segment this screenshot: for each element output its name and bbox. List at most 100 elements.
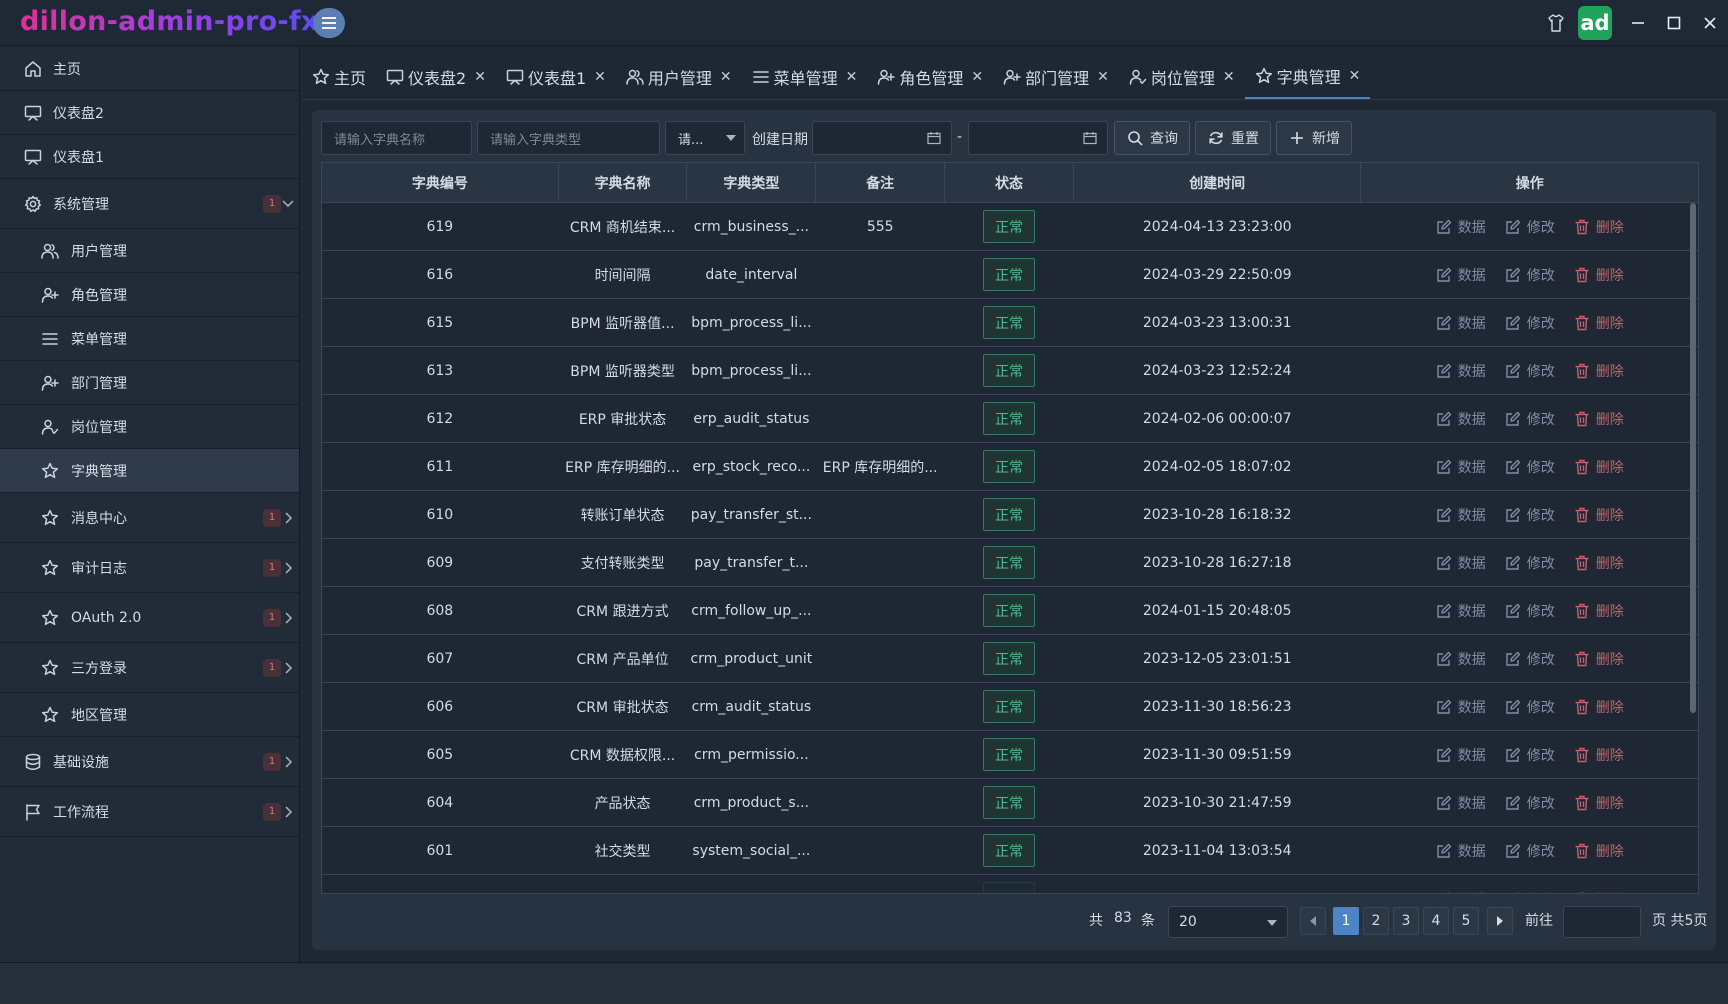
delete-button[interactable]: 删除 [1573,457,1624,477]
sidebar-item-16[interactable]: 基础设施 1 [0,737,299,787]
delete-button[interactable]: 删除 [1573,841,1624,861]
goto-page-input[interactable] [1563,906,1641,938]
chevron-right-icon[interactable] [281,805,295,819]
tab-4[interactable]: 用户管理 ✕ [616,55,742,99]
sidebar-item-8[interactable]: 部门管理 [0,361,299,405]
sidebar-item-9[interactable]: 岗位管理 [0,405,299,449]
close-tab-icon[interactable]: ✕ [1349,68,1361,84]
edit-button[interactable]: 修改 [1504,889,1555,893]
tab-9[interactable]: 字典管理 ✕ [1244,55,1371,99]
edit-button[interactable]: 修改 [1504,745,1555,765]
tab-8[interactable]: 岗位管理 ✕ [1119,55,1245,99]
chevron-right-icon[interactable] [281,561,295,575]
data-button[interactable]: 数据 [1435,697,1486,717]
dict-name-input[interactable]: 请输入字典名称 [321,121,472,155]
data-button[interactable]: 数据 [1435,793,1486,813]
table-scrollbar[interactable] [1690,203,1696,713]
delete-button[interactable]: 删除 [1573,409,1624,429]
edit-button[interactable]: 修改 [1504,457,1555,477]
delete-button[interactable]: 删除 [1573,601,1624,621]
edit-button[interactable]: 修改 [1504,697,1555,717]
chevron-right-icon[interactable] [281,755,295,769]
close-tab-icon[interactable]: ✕ [971,69,983,85]
page-button-5[interactable]: 5 [1453,907,1479,935]
close-window-button[interactable] [1692,0,1728,46]
delete-button[interactable]: 删除 [1573,265,1624,285]
sidebar-item-5[interactable]: 用户管理 [0,229,299,273]
page-button-3[interactable]: 3 [1393,907,1419,935]
data-button[interactable]: 数据 [1435,457,1486,477]
reset-button[interactable]: 重置 [1195,121,1271,155]
edit-button[interactable]: 修改 [1504,313,1555,333]
prev-page-button[interactable] [1300,907,1326,935]
edit-button[interactable]: 修改 [1504,217,1555,237]
sidebar-item-7[interactable]: 菜单管理 [0,317,299,361]
edit-button[interactable]: 修改 [1504,265,1555,285]
edit-button[interactable]: 修改 [1504,793,1555,813]
sidebar-item-6[interactable]: 角色管理 [0,273,299,317]
sidebar-item-2[interactable]: 仪表盘2 [0,91,299,135]
dict-type-input[interactable]: 请输入字典类型 [477,121,660,155]
edit-button[interactable]: 修改 [1504,649,1555,669]
close-tab-icon[interactable]: ✕ [846,69,858,85]
maximize-button[interactable] [1656,0,1692,46]
delete-button[interactable]: 删除 [1573,505,1624,525]
edit-button[interactable]: 修改 [1504,505,1555,525]
date-end-input[interactable] [968,121,1108,155]
sidebar-item-13[interactable]: OAuth 2.0 1 [0,593,299,643]
delete-button[interactable]: 删除 [1573,313,1624,333]
close-tab-icon[interactable]: ✕ [594,69,606,85]
sidebar-item-10[interactable]: 字典管理 [0,449,299,493]
tab-7[interactable]: 部门管理 ✕ [993,55,1119,99]
page-button-1[interactable]: 1 [1333,907,1359,935]
data-button[interactable]: 数据 [1435,505,1486,525]
data-button[interactable]: 数据 [1435,841,1486,861]
data-button[interactable]: 数据 [1435,265,1486,285]
data-button[interactable]: 数据 [1435,409,1486,429]
delete-button[interactable]: 删除 [1573,217,1624,237]
delete-button[interactable]: 删除 [1573,745,1624,765]
page-button-4[interactable]: 4 [1423,907,1449,935]
sidebar-item-4[interactable]: 系统管理 1 [0,179,299,229]
edit-button[interactable]: 修改 [1504,409,1555,429]
close-tab-icon[interactable]: ✕ [720,69,732,85]
avatar[interactable]: ad [1578,6,1612,40]
delete-button[interactable]: 删除 [1573,553,1624,573]
date-start-input[interactable] [812,121,952,155]
close-tab-icon[interactable]: ✕ [1223,69,1235,85]
data-button[interactable]: 数据 [1435,361,1486,381]
sidebar-item-14[interactable]: 三方登录 1 [0,643,299,693]
chevron-down-icon[interactable] [281,197,295,211]
data-button[interactable]: 数据 [1435,217,1486,237]
tab-1[interactable]: 主页 [302,55,376,99]
theme-shirt-icon[interactable] [1538,0,1574,46]
tab-2[interactable]: 仪表盘2 ✕ [376,55,496,99]
status-select[interactable]: 请... [665,121,745,155]
chevron-right-icon[interactable] [281,511,295,525]
sidebar-item-17[interactable]: 工作流程 1 [0,787,299,837]
menu-toggle-button[interactable] [313,8,345,38]
tab-6[interactable]: 角色管理 ✕ [867,55,993,99]
sidebar-item-15[interactable]: 地区管理 [0,693,299,737]
delete-button[interactable]: 删除 [1573,649,1624,669]
edit-button[interactable]: 修改 [1504,361,1555,381]
sidebar-item-3[interactable]: 仪表盘1 [0,135,299,179]
delete-button[interactable]: 删除 [1573,793,1624,813]
page-size-select[interactable]: 20 [1168,906,1288,938]
data-button[interactable]: 数据 [1435,313,1486,333]
page-button-2[interactable]: 2 [1363,907,1389,935]
minimize-button[interactable] [1620,0,1656,46]
sidebar-item-1[interactable]: 主页 [0,47,299,91]
data-button[interactable]: 数据 [1435,649,1486,669]
delete-button[interactable]: 删除 [1573,889,1624,893]
edit-button[interactable]: 修改 [1504,553,1555,573]
delete-button[interactable]: 删除 [1573,361,1624,381]
edit-button[interactable]: 修改 [1504,841,1555,861]
sidebar-item-12[interactable]: 审计日志 1 [0,543,299,593]
tab-5[interactable]: 菜单管理 ✕ [742,55,868,99]
data-button[interactable]: 数据 [1435,745,1486,765]
data-button[interactable]: 数据 [1435,889,1486,893]
tab-3[interactable]: 仪表盘1 ✕ [496,55,616,99]
query-button[interactable]: 查询 [1114,121,1190,155]
edit-button[interactable]: 修改 [1504,601,1555,621]
